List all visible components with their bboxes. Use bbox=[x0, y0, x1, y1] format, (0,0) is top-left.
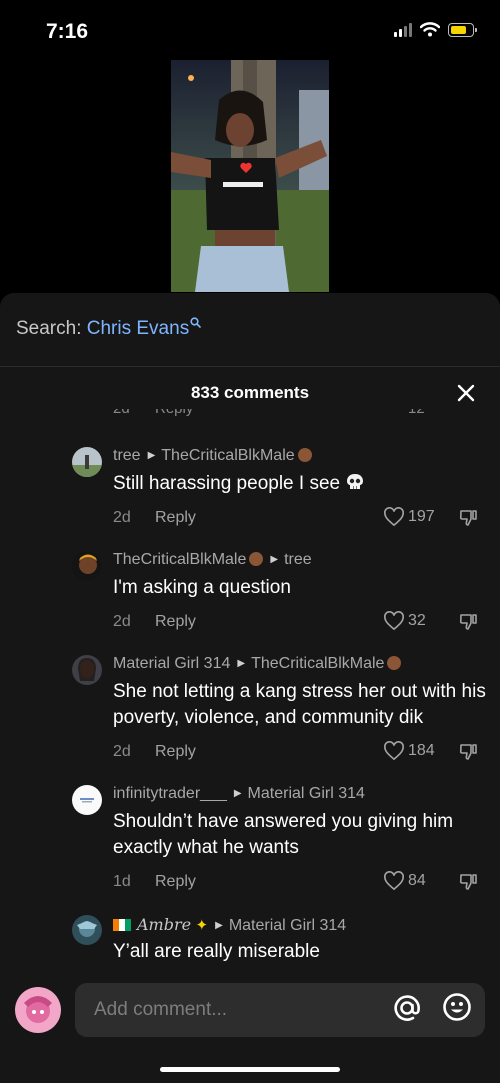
comment-text: Y’all are really miserable bbox=[113, 941, 320, 962]
comment-author[interactable]: 𝐴𝑚𝑏𝑟𝑒 bbox=[137, 915, 191, 934]
reply-button[interactable]: Reply bbox=[155, 873, 196, 891]
dislike-icon[interactable] bbox=[458, 612, 478, 632]
comment-age: 2d bbox=[113, 743, 131, 760]
avatar[interactable] bbox=[72, 551, 102, 581]
dislike-icon[interactable] bbox=[458, 872, 478, 892]
video-frame bbox=[171, 60, 329, 292]
comment-meta: Material Girl 314 ▶ TheCriticalBlkMale bbox=[113, 655, 402, 673]
like-button[interactable]: 184 bbox=[383, 741, 435, 761]
reply-button[interactable]: Reply bbox=[155, 743, 196, 761]
reply-arrow-icon: ▶ bbox=[233, 788, 242, 799]
divider bbox=[0, 366, 500, 367]
signal-icon bbox=[394, 22, 412, 37]
user-avatar[interactable] bbox=[15, 987, 61, 1033]
avatar[interactable] bbox=[72, 655, 102, 685]
search-prefix: Search: bbox=[16, 318, 82, 339]
man-emoji bbox=[297, 448, 312, 462]
comment-author[interactable]: tree bbox=[113, 447, 141, 464]
comment-text: Shouldn’t have answered you giving him e… bbox=[113, 811, 454, 858]
search-suggestion[interactable]: Search: Chris Evans bbox=[16, 317, 201, 340]
comments-sheet: Search: Chris Evans 833 comments 2d Repl… bbox=[0, 293, 500, 1083]
comment-age: 2d bbox=[113, 613, 131, 630]
comment-age: 2d bbox=[113, 409, 130, 417]
man-emoji bbox=[249, 552, 264, 566]
comment-input[interactable]: Add comment... bbox=[75, 983, 485, 1037]
comment-list[interactable]: 2d Reply 12 tree ▶ TheCriticalBlkMale Stil… bbox=[0, 409, 500, 969]
comment-author[interactable]: TheCriticalBlkMale bbox=[113, 551, 246, 568]
status-bar: 7:16 bbox=[0, 0, 500, 60]
like-button[interactable]: 84 bbox=[383, 871, 426, 891]
comment-text: I'm asking a question bbox=[113, 577, 291, 598]
like-count: 197 bbox=[408, 508, 435, 525]
comment-author[interactable]: infinitytrader___ bbox=[113, 785, 227, 802]
sparkles-emoji: ✦ bbox=[195, 917, 209, 934]
comment-text: Still harassing people I see bbox=[113, 473, 341, 494]
comment-text: She not letting a kang stress her out wi… bbox=[113, 681, 486, 728]
search-icon bbox=[190, 317, 201, 328]
like-button[interactable]: 32 bbox=[383, 611, 426, 631]
reply-arrow-icon: ▶ bbox=[215, 920, 223, 931]
reply-to-user[interactable]: Material Girl 314 bbox=[229, 917, 346, 934]
dislike-icon[interactable] bbox=[458, 742, 478, 762]
skull-emoji bbox=[347, 474, 364, 489]
like-button[interactable]: 197 bbox=[383, 507, 435, 527]
video-preview[interactable] bbox=[171, 60, 329, 292]
wifi-icon bbox=[420, 22, 440, 37]
reply-arrow-icon: ▶ bbox=[270, 554, 279, 565]
like-count: 84 bbox=[408, 872, 426, 889]
like-count: 12 bbox=[408, 409, 425, 417]
search-term[interactable]: Chris Evans bbox=[87, 318, 189, 339]
comment-text-row: Still harassing people I see bbox=[113, 471, 493, 497]
at-icon[interactable] bbox=[392, 993, 422, 1023]
reply-to-user[interactable]: Material Girl 314 bbox=[248, 785, 365, 802]
dislike-icon[interactable] bbox=[458, 508, 478, 528]
avatar[interactable] bbox=[72, 785, 102, 815]
comment-meta: 𝐴𝑚𝑏𝑟𝑒 ✦ ▶ Material Girl 314 bbox=[113, 915, 346, 935]
battery-icon bbox=[448, 22, 477, 37]
reply-button[interactable]: Reply bbox=[155, 613, 196, 631]
comment-count: 833 comments bbox=[190, 383, 310, 402]
comment-meta: infinitytrader___ ▶ Material Girl 314 bbox=[113, 785, 365, 803]
reply-to-user[interactable]: TheCriticalBlkMale bbox=[161, 447, 294, 464]
comment-author[interactable]: Material Girl 314 bbox=[113, 655, 230, 672]
status-icons bbox=[394, 22, 477, 37]
reply-arrow-icon: ▶ bbox=[147, 450, 156, 461]
avatar[interactable] bbox=[72, 447, 102, 477]
comment-meta: TheCriticalBlkMale ▶ tree bbox=[113, 551, 312, 569]
ivory-coast-flag-emoji bbox=[113, 919, 131, 931]
heart-icon bbox=[384, 611, 404, 631]
status-time: 7:16 bbox=[46, 20, 89, 43]
like-count: 184 bbox=[408, 742, 435, 759]
comment-age: 2d bbox=[113, 509, 131, 526]
reply-to-user[interactable]: TheCriticalBlkMale bbox=[251, 655, 384, 672]
avatar[interactable] bbox=[72, 915, 102, 945]
reply-button[interactable]: Reply bbox=[155, 509, 196, 527]
reply-to-user[interactable]: tree bbox=[284, 551, 312, 568]
man-emoji bbox=[387, 656, 402, 670]
emoji-icon[interactable] bbox=[442, 992, 472, 1022]
heart-icon bbox=[384, 871, 404, 891]
comment-input-bar: Add comment... bbox=[0, 969, 500, 1083]
home-indicator bbox=[160, 1067, 340, 1072]
reply-arrow-icon: ▶ bbox=[237, 658, 246, 669]
comment-age: 1d bbox=[113, 873, 131, 890]
heart-icon bbox=[384, 507, 404, 527]
reply-button[interactable]: Reply bbox=[155, 409, 193, 417]
like-count: 32 bbox=[408, 612, 426, 629]
close-icon[interactable] bbox=[456, 383, 476, 403]
previous-comment: 2d Reply 12 bbox=[0, 409, 500, 419]
heart-icon bbox=[384, 741, 404, 761]
comment-meta: tree ▶ TheCriticalBlkMale bbox=[113, 447, 312, 465]
